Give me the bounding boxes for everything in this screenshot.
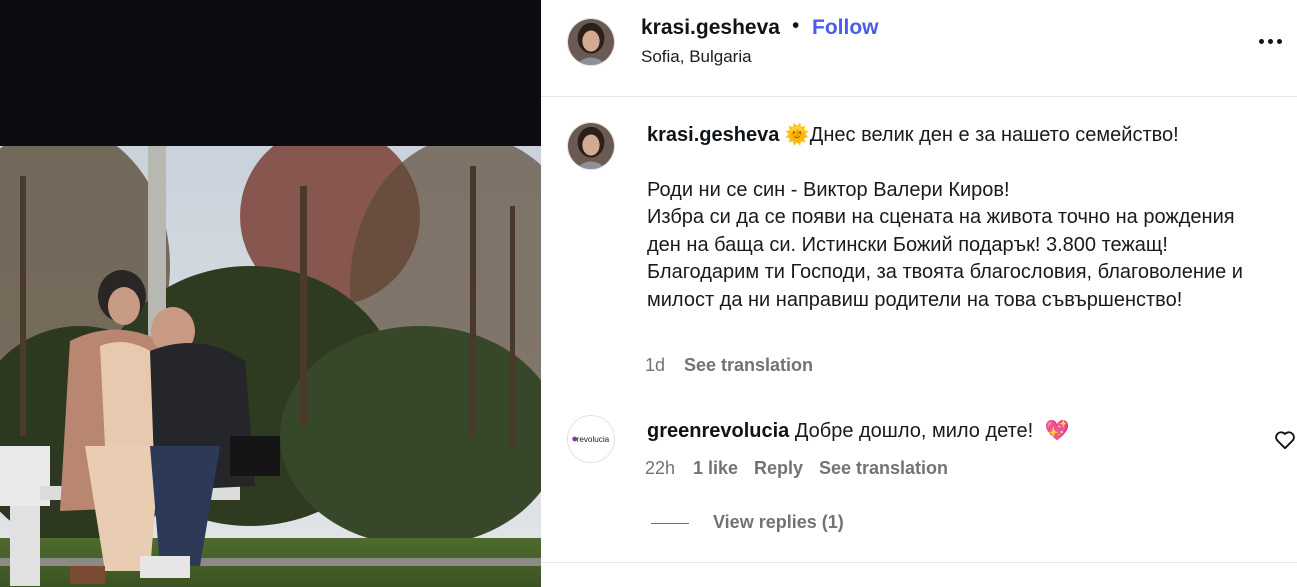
caption-see-translation[interactable]: See translation <box>684 355 813 376</box>
post-details-panel: krasi.gesheva • Follow Sofia, Bulgaria k… <box>541 0 1297 587</box>
comment-see-translation[interactable]: See translation <box>819 458 948 479</box>
greenrevolucia-logo-icon: revolucia <box>568 416 614 462</box>
sun-emoji: 🌞 <box>784 124 810 146</box>
comment-timestamp[interactable]: 22h <box>645 458 675 479</box>
author-username[interactable]: krasi.gesheva <box>641 16 780 40</box>
post-photo <box>0 146 541 587</box>
separator-dot: • <box>792 14 800 37</box>
caption-author-avatar[interactable] <box>567 122 615 170</box>
commenter-avatar[interactable]: revolucia <box>567 415 615 463</box>
comment-text: Добре дошло, мило дете! <box>794 420 1034 442</box>
more-horizontal-icon[interactable] <box>1259 30 1287 50</box>
svg-text:revolucia: revolucia <box>577 435 610 444</box>
comment-username[interactable]: greenrevolucia <box>647 420 789 442</box>
replies-divider <box>651 523 689 524</box>
author-avatar[interactable] <box>567 18 615 66</box>
comment-reply-button[interactable]: Reply <box>754 458 803 479</box>
post-caption: krasi.gesheva 🌞Днес велик ден е за нашет… <box>647 122 1269 314</box>
profile-photo-icon <box>568 19 614 65</box>
view-replies-button[interactable]: View replies (1) <box>713 512 844 533</box>
post-location[interactable]: Sofia, Bulgaria <box>641 47 752 67</box>
couple-in-park-image <box>0 146 541 587</box>
caption-body: Роди ни се син - Виктор Валери Киров! Из… <box>647 178 1243 311</box>
caption-first-line: Днес велик ден е за нашето семейство! <box>809 124 1179 146</box>
caption-timestamp[interactable]: 1d <box>645 355 665 376</box>
section-divider <box>541 562 1297 563</box>
caption-username[interactable]: krasi.gesheva <box>647 124 779 146</box>
follow-button[interactable]: Follow <box>812 16 879 40</box>
profile-photo-icon <box>568 123 614 169</box>
comment: greenrevolucia Добре дошло, мило дете! 💖 <box>647 418 1070 443</box>
heart-outline-icon[interactable] <box>1274 430 1296 450</box>
sparkling-heart-emoji: 💖 <box>1044 420 1070 442</box>
comment-like-count[interactable]: 1 like <box>693 458 738 479</box>
post-media[interactable] <box>0 0 541 587</box>
post-header: krasi.gesheva • Follow Sofia, Bulgaria <box>541 0 1297 97</box>
